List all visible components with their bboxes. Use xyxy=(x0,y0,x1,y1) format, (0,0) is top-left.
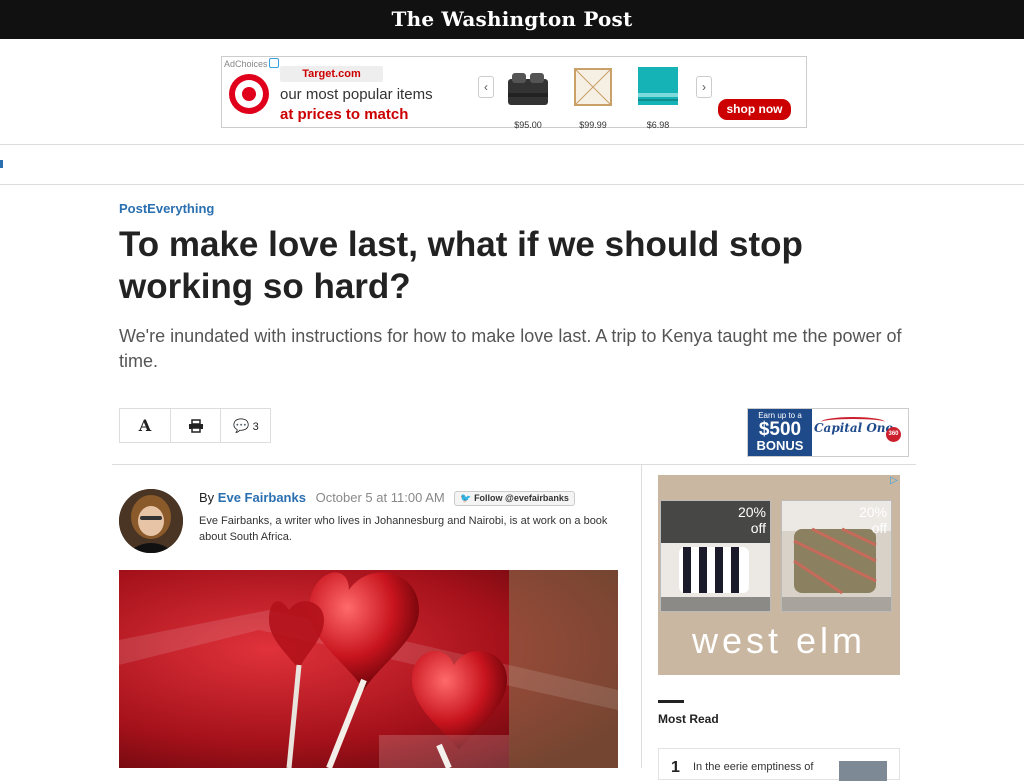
adchoices-icon[interactable]: ▷ xyxy=(888,475,900,487)
font-size-button[interactable]: A xyxy=(120,409,170,442)
capone-360-badge: 360 xyxy=(886,427,901,442)
target-logo xyxy=(229,74,269,114)
byline-prefix: By xyxy=(199,490,215,505)
section-kicker-link[interactable]: PostEverything xyxy=(119,201,214,216)
most-read-item[interactable]: 1 In the eerie emptiness of xyxy=(658,748,900,781)
discount-off: off xyxy=(871,520,887,536)
adchoices-label: AdChoices xyxy=(224,59,268,69)
most-read-heading: Most Read xyxy=(658,712,719,726)
print-button[interactable] xyxy=(170,409,221,442)
article-dek: We're inundated with instructions for ho… xyxy=(119,326,902,371)
capital-one-ad[interactable]: Earn up to a $500 BONUS Capital One 360 xyxy=(747,408,909,457)
most-read-rule xyxy=(658,700,684,703)
site-logo[interactable]: The Washington Post xyxy=(0,7,1024,31)
towel-image xyxy=(638,67,678,105)
adchoices-link[interactable]: AdChoices xyxy=(224,57,279,69)
comments-button[interactable]: 💬 3 xyxy=(220,409,271,442)
article-toolbar: A 💬 3 xyxy=(119,408,271,443)
ad-headline: our most popular items xyxy=(280,86,433,103)
ad-product-bedding[interactable]: $95.00 xyxy=(501,63,555,130)
west-elm-logo: west elm xyxy=(691,620,867,661)
product-price: $6.98 xyxy=(646,120,670,130)
discount-badge: 20% off xyxy=(859,504,887,536)
adchoices-icon xyxy=(268,58,279,68)
capone-offer-panel: Earn up to a $500 BONUS xyxy=(748,409,812,456)
publish-date: October 5 at 11:00 AM xyxy=(315,490,445,505)
twitter-bird-icon: 🐦 xyxy=(460,493,472,503)
product-price: $95.00 xyxy=(514,120,542,130)
target-banner-ad[interactable]: AdChoices Target.com our most popular it… xyxy=(221,56,807,130)
capone-brand: Capital One xyxy=(814,421,894,435)
ad-prev-button[interactable]: ‹ xyxy=(478,76,494,98)
divider xyxy=(0,184,1024,185)
article-headline: To make love last, what if we should sto… xyxy=(119,225,803,306)
most-read-rank: 1 xyxy=(671,759,680,776)
author-bio: Eve Fairbanks, a writer who lives in Joh… xyxy=(199,515,608,543)
divider xyxy=(0,144,1024,145)
author-link[interactable]: Eve Fairbanks xyxy=(218,490,306,505)
ad-product-table[interactable]: $99.99 xyxy=(566,63,620,130)
article-hero-image[interactable] xyxy=(119,570,618,768)
capone-offer-amount: $500 xyxy=(758,419,802,440)
ad-product-towel[interactable]: $6.98 xyxy=(631,63,685,130)
capone-offer-bonus: BONUS xyxy=(756,438,804,453)
author-photo xyxy=(119,489,183,553)
twitter-follow-button[interactable]: 🐦 Follow @evefairbanks xyxy=(454,491,575,506)
print-icon xyxy=(189,419,203,433)
nav-edge-marker xyxy=(0,160,3,168)
side-table-image xyxy=(574,68,612,106)
most-read-thumbnail xyxy=(839,761,887,781)
bedding-image xyxy=(508,73,548,105)
byline: By Eve Fairbanks October 5 at 11:00 AM 🐦… xyxy=(199,490,575,507)
author-avatar[interactable] xyxy=(119,489,183,553)
divider xyxy=(112,464,916,465)
follow-label: Follow @evefairbanks xyxy=(474,493,569,503)
discount-off: off xyxy=(750,520,766,536)
ad-tile-striped-pouf: 20% off xyxy=(660,500,771,612)
discount-percent: 20% xyxy=(858,504,887,520)
west-elm-ad[interactable]: ▷ 20% off 20% off west elm xyxy=(658,475,900,675)
product-price: $99.99 xyxy=(579,120,607,130)
comment-count: 3 xyxy=(252,421,259,433)
column-divider xyxy=(641,464,642,768)
shop-now-button[interactable]: shop now xyxy=(718,99,791,120)
ad-next-button[interactable]: › xyxy=(696,76,712,98)
comments-icon: 💬 xyxy=(233,418,250,433)
ad-subheadline: at prices to match xyxy=(280,106,409,123)
ad-domain: Target.com xyxy=(280,66,383,82)
top-bar: The Washington Post xyxy=(0,0,1024,39)
most-read-title: In the eerie emptiness of xyxy=(693,761,814,773)
heart-lollipops-photo xyxy=(119,570,618,768)
discount-percent: 20% xyxy=(737,504,766,520)
ad-tile-woven-pouf: 20% off xyxy=(781,500,892,612)
discount-badge: 20% off xyxy=(738,504,766,536)
